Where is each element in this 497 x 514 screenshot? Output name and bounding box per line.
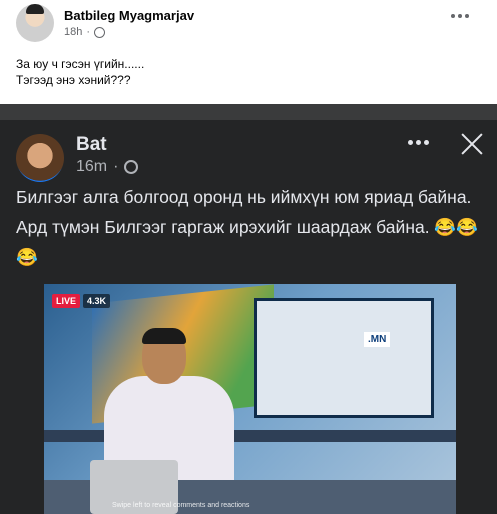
globe-icon — [94, 26, 106, 38]
more-icon — [408, 140, 429, 145]
more-icon[interactable] — [451, 14, 469, 18]
author-avatar[interactable] — [16, 4, 54, 42]
studio-screen — [254, 298, 434, 418]
presenter-hair — [142, 328, 186, 344]
shared-author-name: Bat — [76, 134, 107, 155]
author-name[interactable]: Batbileg Myagmarjav — [64, 8, 194, 23]
live-label: LIVE — [52, 294, 81, 308]
screenshot-top-bar — [0, 104, 497, 120]
screen-text: .MN — [364, 332, 391, 347]
live-video: .MN LIVE 4.3K Swipe left to reveal comme… — [44, 284, 456, 514]
shared-author-avatar — [16, 134, 64, 182]
close-icon — [458, 130, 486, 158]
caption-line-1: За юу ч гэсэн үгийн...... — [16, 57, 145, 71]
shared-post-text: Билгээг алга болгоод оронд нь иймхүн юм … — [16, 187, 479, 267]
live-badge: LIVE 4.3K — [52, 294, 111, 308]
dot-separator: · — [86, 26, 91, 38]
viewer-count: 4.3K — [83, 294, 111, 308]
shared-post-card: Bat 16m · Билгээг алга болгоод оронд нь … — [0, 120, 497, 514]
dot-separator: · — [113, 158, 119, 175]
shared-post-meta: 16m · — [76, 158, 139, 176]
globe-icon — [124, 160, 139, 174]
shared-screenshot[interactable]: Bat 16m · Билгээг алга болгоод оронд нь … — [0, 104, 497, 514]
swipe-hint: Swipe left to reveal comments and reacti… — [112, 502, 250, 509]
post-caption: За юу ч гэсэн үгийн...... Тэгээд энэ хэн… — [16, 56, 144, 88]
shared-post-time: 16m — [76, 158, 108, 175]
post-header: Batbileg Myagmarjav 18h · — [0, 0, 497, 46]
post-time[interactable]: 18h — [64, 26, 82, 38]
caption-line-2: Тэгээд энэ хэний??? — [16, 73, 131, 87]
post-meta: 18h · — [64, 26, 106, 38]
